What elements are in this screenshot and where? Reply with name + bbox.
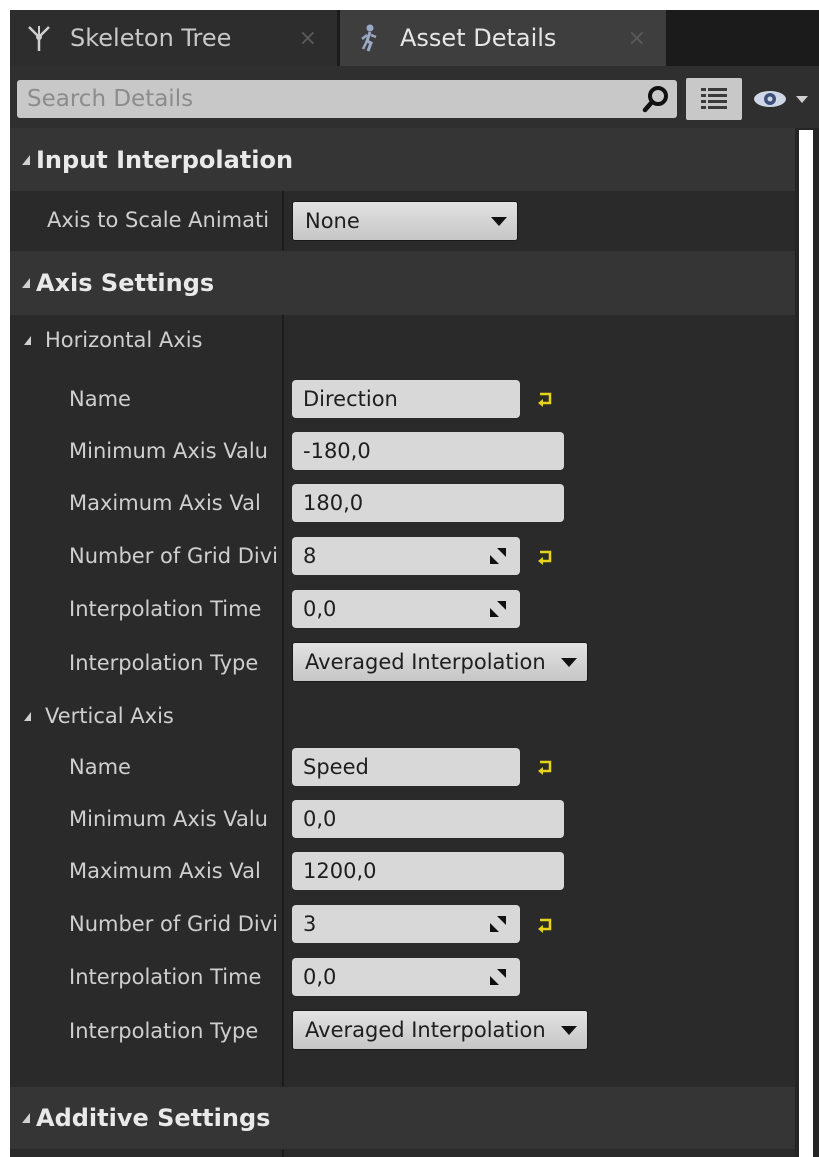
property-row-interpolation-time: Interpolation Time 0,0 xyxy=(10,583,795,635)
reset-to-default-icon[interactable] xyxy=(537,916,555,934)
field-value: -180,0 xyxy=(303,439,371,463)
property-row-interpolation-type: Interpolation Type Averaged Interpolatio… xyxy=(10,1003,795,1059)
tab-skeleton-tree[interactable]: Skeleton Tree × xyxy=(10,10,337,66)
subgroup-vertical-axis[interactable]: Vertical Axis xyxy=(10,691,795,741)
subgroup-title: Horizontal Axis xyxy=(45,328,203,352)
property-label: Interpolation Time xyxy=(69,597,262,621)
property-row-interpolation-time: Interpolation Time 0,0 xyxy=(10,951,795,1003)
skeleton-tree-icon xyxy=(28,26,50,51)
section-title: Axis Settings xyxy=(36,269,215,297)
grid-divisions-spinbox[interactable]: 3 xyxy=(292,905,520,943)
drag-arrows-icon[interactable] xyxy=(488,914,508,934)
field-value: Direction xyxy=(303,387,398,411)
drag-arrows-icon[interactable] xyxy=(488,546,508,566)
field-value: 8 xyxy=(303,544,317,568)
reset-to-default-icon[interactable] xyxy=(537,548,555,566)
property-row-minimum-axis-value: Minimum Axis Valu -180,0 xyxy=(10,425,795,477)
scrollbar[interactable] xyxy=(799,130,813,1157)
field-value: 180,0 xyxy=(303,491,364,515)
caret-down-icon xyxy=(561,1026,577,1035)
interpolation-type-dropdown[interactable]: Averaged Interpolation xyxy=(292,642,588,682)
property-row-maximum-axis-value: Maximum Axis Val 1200,0 xyxy=(10,845,795,897)
tab-asset-details[interactable]: Asset Details × xyxy=(340,10,666,66)
interpolation-time-spinbox[interactable]: 0,0 xyxy=(292,590,520,628)
dropdown-value: Averaged Interpolation xyxy=(305,650,546,674)
interpolation-type-dropdown[interactable]: Averaged Interpolation xyxy=(292,1010,588,1050)
search-row xyxy=(10,66,819,128)
tab-bar: Skeleton Tree × Asset Details × xyxy=(10,10,819,66)
subgroup-horizontal-axis[interactable]: Horizontal Axis xyxy=(10,315,795,365)
search-icon[interactable] xyxy=(641,84,671,114)
close-icon[interactable]: × xyxy=(628,26,646,51)
field-value: Speed xyxy=(303,755,369,779)
property-row-grid-divisions: Number of Grid Divi 3 xyxy=(10,897,795,951)
reset-to-default-icon[interactable] xyxy=(537,758,555,776)
dropdown-value: Averaged Interpolation xyxy=(305,1018,546,1042)
property-row-interpolation-type: Interpolation Type Averaged Interpolatio… xyxy=(10,635,795,691)
interpolation-time-spinbox[interactable]: 0,0 xyxy=(292,958,520,996)
name-field[interactable]: Direction xyxy=(292,380,520,418)
caret-down-icon xyxy=(561,658,577,667)
reset-to-default-icon[interactable] xyxy=(537,390,555,408)
search-input[interactable] xyxy=(27,80,627,118)
property-label: Interpolation Type xyxy=(69,1019,259,1043)
name-field[interactable]: Speed xyxy=(292,748,520,786)
property-matrix-button[interactable] xyxy=(686,78,742,120)
property-label: Name xyxy=(69,387,131,411)
asset-details-icon xyxy=(361,24,377,52)
property-label: Number of Grid Divi xyxy=(69,544,278,568)
property-row-name: Name Direction xyxy=(10,373,795,425)
minimum-axis-value-field[interactable]: 0,0 xyxy=(292,800,564,838)
section-title: Additive Settings xyxy=(36,1104,271,1132)
dropdown-value: None xyxy=(305,209,360,233)
property-label: Maximum Axis Val xyxy=(69,859,261,883)
property-label: Interpolation Time xyxy=(69,965,262,989)
grid-list-icon xyxy=(701,88,727,109)
property-label: Interpolation Type xyxy=(69,651,259,675)
details-content: Input Interpolation Axis to Scale Animat… xyxy=(10,128,795,1157)
section-input-interpolation[interactable]: Input Interpolation xyxy=(10,128,795,191)
field-value: 0,0 xyxy=(303,807,337,831)
property-label: Number of Grid Divi xyxy=(69,912,278,936)
section-title: Input Interpolation xyxy=(36,145,294,174)
visibility-options-button[interactable] xyxy=(752,80,818,118)
collapse-arrow-icon xyxy=(22,1113,30,1123)
maximum-axis-value-field[interactable]: 180,0 xyxy=(292,484,564,522)
tab-label: Skeleton Tree xyxy=(70,24,232,52)
property-label: Axis to Scale Animati xyxy=(47,208,270,232)
section-axis-settings[interactable]: Axis Settings xyxy=(10,251,795,315)
field-value: 1200,0 xyxy=(303,859,377,883)
property-row-maximum-axis-value: Maximum Axis Val 180,0 xyxy=(10,477,795,529)
collapse-arrow-icon xyxy=(24,335,31,345)
property-row-axis-to-scale: Axis to Scale Animati None xyxy=(10,191,795,251)
property-label: Minimum Axis Valu xyxy=(69,439,268,463)
collapse-arrow-icon xyxy=(22,154,30,165)
chevron-down-icon xyxy=(796,96,808,103)
property-label: Maximum Axis Val xyxy=(69,491,261,515)
collapse-arrow-icon xyxy=(24,711,31,721)
minimum-axis-value-field[interactable]: -180,0 xyxy=(292,432,564,470)
field-value: 0,0 xyxy=(303,965,337,989)
property-row-grid-divisions: Number of Grid Divi 8 xyxy=(10,529,795,583)
field-value: 3 xyxy=(303,912,317,936)
property-row-name: Name Speed xyxy=(10,741,795,793)
grid-divisions-spinbox[interactable]: 8 xyxy=(292,537,520,575)
close-icon[interactable]: × xyxy=(299,26,317,51)
search-box[interactable] xyxy=(17,80,677,118)
eye-icon xyxy=(754,91,786,107)
maximum-axis-value-field[interactable]: 1200,0 xyxy=(292,852,564,890)
property-row-minimum-axis-value: Minimum Axis Valu 0,0 xyxy=(10,793,795,845)
section-additive-settings[interactable]: Additive Settings xyxy=(10,1087,795,1149)
drag-arrows-icon[interactable] xyxy=(488,599,508,619)
collapse-arrow-icon xyxy=(22,278,30,288)
property-label: Minimum Axis Valu xyxy=(69,807,268,831)
tab-label: Asset Details xyxy=(400,24,557,52)
field-value: 0,0 xyxy=(303,597,337,621)
details-panel: Skeleton Tree × Asset Details × Search D… xyxy=(10,10,819,1157)
caret-down-icon xyxy=(491,217,507,226)
property-label: Name xyxy=(69,755,131,779)
axis-to-scale-dropdown[interactable]: None xyxy=(292,201,518,241)
drag-arrows-icon[interactable] xyxy=(488,967,508,987)
subgroup-title: Vertical Axis xyxy=(45,704,174,728)
